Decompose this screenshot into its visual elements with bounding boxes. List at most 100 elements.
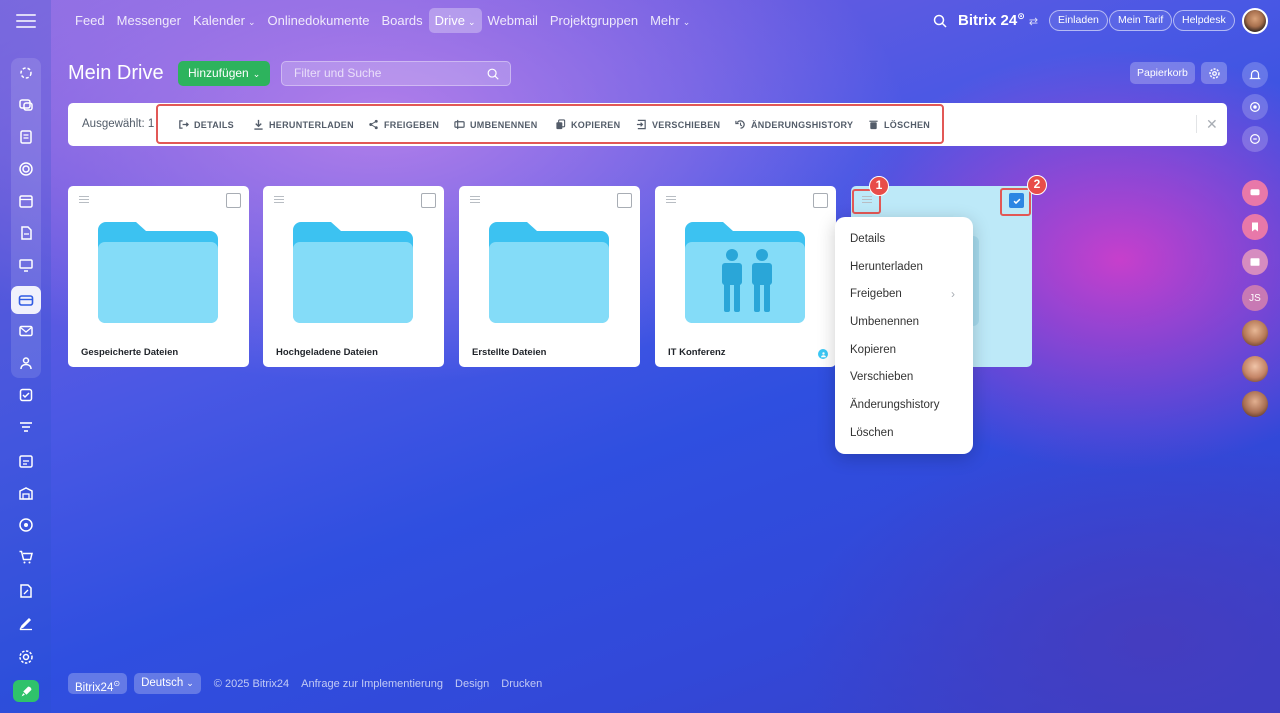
shared-folder-card[interactable]: IT Konferenz [655,186,836,367]
document-icon[interactable] [15,126,37,148]
settings-gear-icon[interactable] [15,646,37,668]
card-checkbox[interactable] [226,193,241,208]
goal-icon[interactable] [15,514,37,536]
trash-icon [869,120,878,130]
drag-handle-icon[interactable] [666,196,676,203]
card-checkbox[interactable] [813,193,828,208]
drive-icon[interactable] [11,286,41,314]
brand-logo[interactable]: Bitrix 24⊙ ⇄ [958,11,1038,29]
copy-action[interactable]: KOPIEREN [555,119,620,130]
menu-item-label: Details [850,233,886,245]
nav-item-webmail[interactable]: Webmail [482,8,544,33]
menu-item-details[interactable]: Details [835,226,973,254]
footer-brand-mark: ⊙ [113,679,121,688]
top-navigation-bar: Feed Messenger Kalender ⌄ Onlinedokumente… [51,0,1280,42]
menu-item-copy[interactable]: Kopieren [835,337,973,365]
footer-link-print[interactable]: Drucken [501,678,542,690]
cart-icon[interactable] [15,546,37,568]
calendar-icon[interactable] [15,190,37,212]
nav-item-mehr[interactable]: Mehr ⌄ [644,8,696,33]
bell-icon[interactable] [1242,62,1268,88]
helpdesk-button[interactable]: Helpdesk [1173,10,1235,31]
file-icon[interactable] [15,222,37,244]
menu-item-download[interactable]: Herunterladen [835,254,973,282]
shared-users-icon [818,349,828,359]
action-label: UMBENENNEN [470,119,538,130]
sign-icon[interactable] [15,612,37,634]
menu-burger-icon[interactable] [16,14,36,28]
user-avatar[interactable] [1242,8,1268,34]
tasks-icon[interactable] [15,384,37,406]
nav-item-boards[interactable]: Boards [375,8,428,33]
card-checkbox[interactable] [617,193,632,208]
menu-item-rename[interactable]: Umbenennen [835,309,973,337]
share-action[interactable]: FREIGEBEN [368,119,439,130]
add-button[interactable]: Hinzufügen ⌄ [178,61,271,86]
mail-icon[interactable] [15,320,37,342]
card-checkbox[interactable] [421,193,436,208]
funnel-icon[interactable] [15,416,37,438]
contact-avatar[interactable] [1242,320,1268,346]
search-chat-icon[interactable] [1242,126,1268,152]
folder-icon [98,222,218,323]
copilot-icon[interactable] [1242,94,1268,120]
filter-search-input[interactable]: Filter und Suche [281,61,511,86]
bookmark-icon[interactable] [1242,214,1268,240]
search-icon [487,68,499,80]
footer-link-design[interactable]: Design [455,678,489,690]
avatar-js[interactable]: JS [1242,285,1268,311]
contact-avatar[interactable] [1242,391,1268,417]
settings-button[interactable] [1201,62,1227,84]
footer-link-implementation[interactable]: Anfrage zur Implementierung [301,678,443,690]
shared-folder-icon [685,222,805,323]
delete-action[interactable]: LÖSCHEN [868,119,930,130]
menu-item-label: Kopieren [850,343,897,356]
schedule-icon[interactable] [15,450,37,472]
callout-box-checkbox [1000,188,1031,216]
nav-item-drive[interactable]: Drive ⌄ [428,8,482,33]
tariff-button[interactable]: Mein Tarif [1109,10,1173,31]
presentation-icon[interactable] [15,254,37,276]
folder-card[interactable]: Gespeicherte Dateien [68,186,249,367]
menu-item-delete[interactable]: Löschen [835,420,973,448]
brand-mark: ⊙ [1017,11,1025,21]
download-action[interactable]: HERUNTERLADEN [253,119,354,130]
nav-item-onlinedokumente[interactable]: Onlinedokumente [262,8,376,33]
nav-item-kalender[interactable]: Kalender ⌄ [187,8,262,33]
trash-button[interactable]: Papierkorb [1130,62,1195,84]
invite-button[interactable]: Einladen [1049,10,1108,31]
chat-icon[interactable] [15,94,37,116]
chat-avatar-icon[interactable] [1242,180,1268,206]
contact-avatar[interactable] [1242,356,1268,382]
news-icon[interactable] [1242,249,1268,275]
rocket-icon[interactable] [13,680,39,702]
activity-stream-icon[interactable] [15,62,37,84]
history-action[interactable]: ÄNDERUNGSHISTORY [735,119,853,130]
contract-icon[interactable] [15,580,37,602]
details-action[interactable]: DETAILS [178,119,234,130]
nav-item-feed[interactable]: Feed [69,8,111,33]
share-icon [369,119,378,130]
drag-handle-icon[interactable] [79,196,89,203]
store-icon[interactable] [15,482,37,504]
close-icon[interactable]: ✕ [1206,116,1218,133]
nav-item-messenger[interactable]: Messenger [111,8,187,33]
users-icon[interactable] [15,352,37,374]
action-label: FREIGEBEN [384,119,440,130]
language-selector[interactable]: Deutsch ⌄ [134,673,201,694]
move-action[interactable]: VERSCHIEBEN [636,119,720,130]
target-icon[interactable] [15,158,37,180]
chevron-right-icon: › [951,287,955,302]
rename-action[interactable]: UMBENENNEN [454,119,538,130]
menu-item-move[interactable]: Verschieben [835,364,973,392]
drag-handle-icon[interactable] [470,196,480,203]
footer-brand[interactable]: Bitrix24⊙ [68,673,128,694]
folder-card[interactable]: Hochgeladene Dateien [263,186,444,367]
menu-item-history[interactable]: Änderungshistory [835,392,973,420]
search-icon[interactable] [932,13,948,29]
drag-handle-icon[interactable] [274,196,284,203]
menu-item-label: Herunterladen [850,260,923,273]
folder-card[interactable]: Erstellte Dateien [459,186,640,367]
nav-item-projektgruppen[interactable]: Projektgruppen [544,8,644,33]
menu-item-share[interactable]: Freigeben › [835,281,973,309]
